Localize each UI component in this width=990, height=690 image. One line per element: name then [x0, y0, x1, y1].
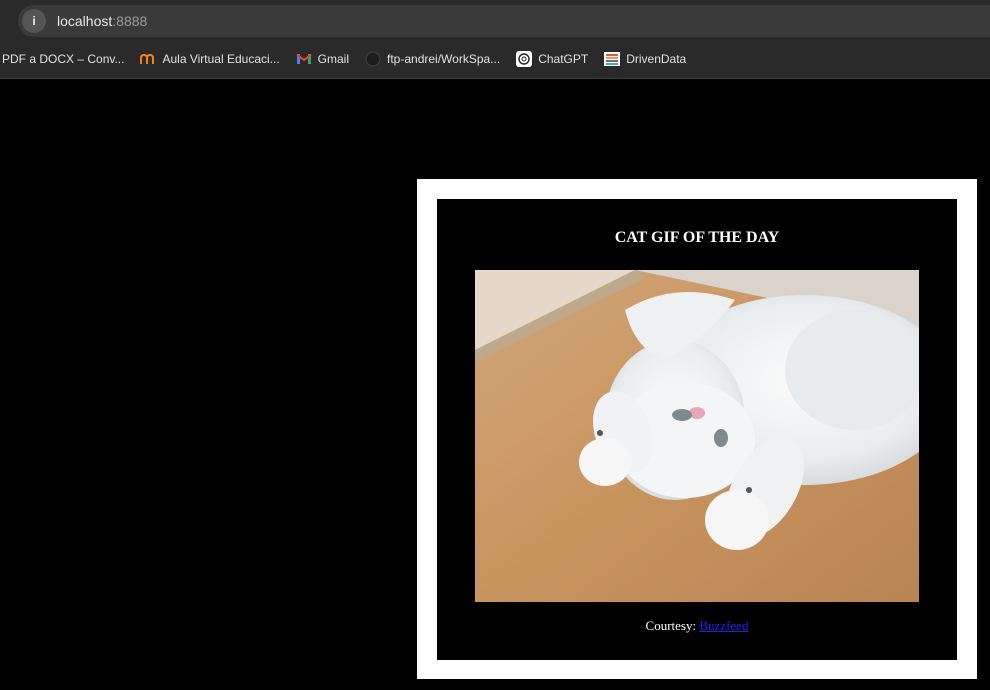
moodle-icon — [140, 51, 156, 67]
gif-card: CAT GIF OF THE DAY Courtesy: Buzzfeed — [437, 199, 957, 660]
bookmark-chatgpt[interactable]: ChatGPT — [508, 45, 596, 73]
address-bar[interactable]: i localhost:8888 — [18, 5, 990, 37]
caption: Courtesy: Buzzfeed — [645, 618, 749, 633]
url-text: localhost:8888 — [57, 13, 148, 29]
bookmark-pdf-docx[interactable]: PDF a DOCX – Conv... — [0, 45, 132, 73]
bookmark-gmail[interactable]: Gmail — [288, 45, 357, 73]
gmail-icon — [296, 51, 312, 67]
browser-toolbar: i localhost:8888 — [0, 0, 990, 40]
cat-gif-image — [475, 270, 919, 602]
page-content: CAT GIF OF THE DAY Courtesy: Buzzfeed — [0, 79, 990, 690]
bookmark-aula-virtual[interactable]: Aula Virtual Educaci... — [132, 45, 287, 73]
bookmarks-bar: PDF a DOCX – Conv... Aula Virtual Educac… — [0, 40, 990, 79]
site-info-icon[interactable]: i — [22, 9, 46, 33]
buzzfeed-link[interactable]: Buzzfeed — [699, 618, 748, 633]
chatgpt-icon — [516, 51, 533, 67]
github-icon — [365, 51, 381, 67]
drivendata-icon — [604, 51, 621, 67]
gif-card-frame: CAT GIF OF THE DAY Courtesy: Buzzfeed — [417, 179, 977, 679]
page-title: CAT GIF OF THE DAY — [614, 229, 780, 246]
bookmark-drivendata[interactable]: DrivenData — [596, 45, 694, 73]
bookmark-github[interactable]: ftp-andrei/WorkSpa... — [357, 45, 508, 73]
